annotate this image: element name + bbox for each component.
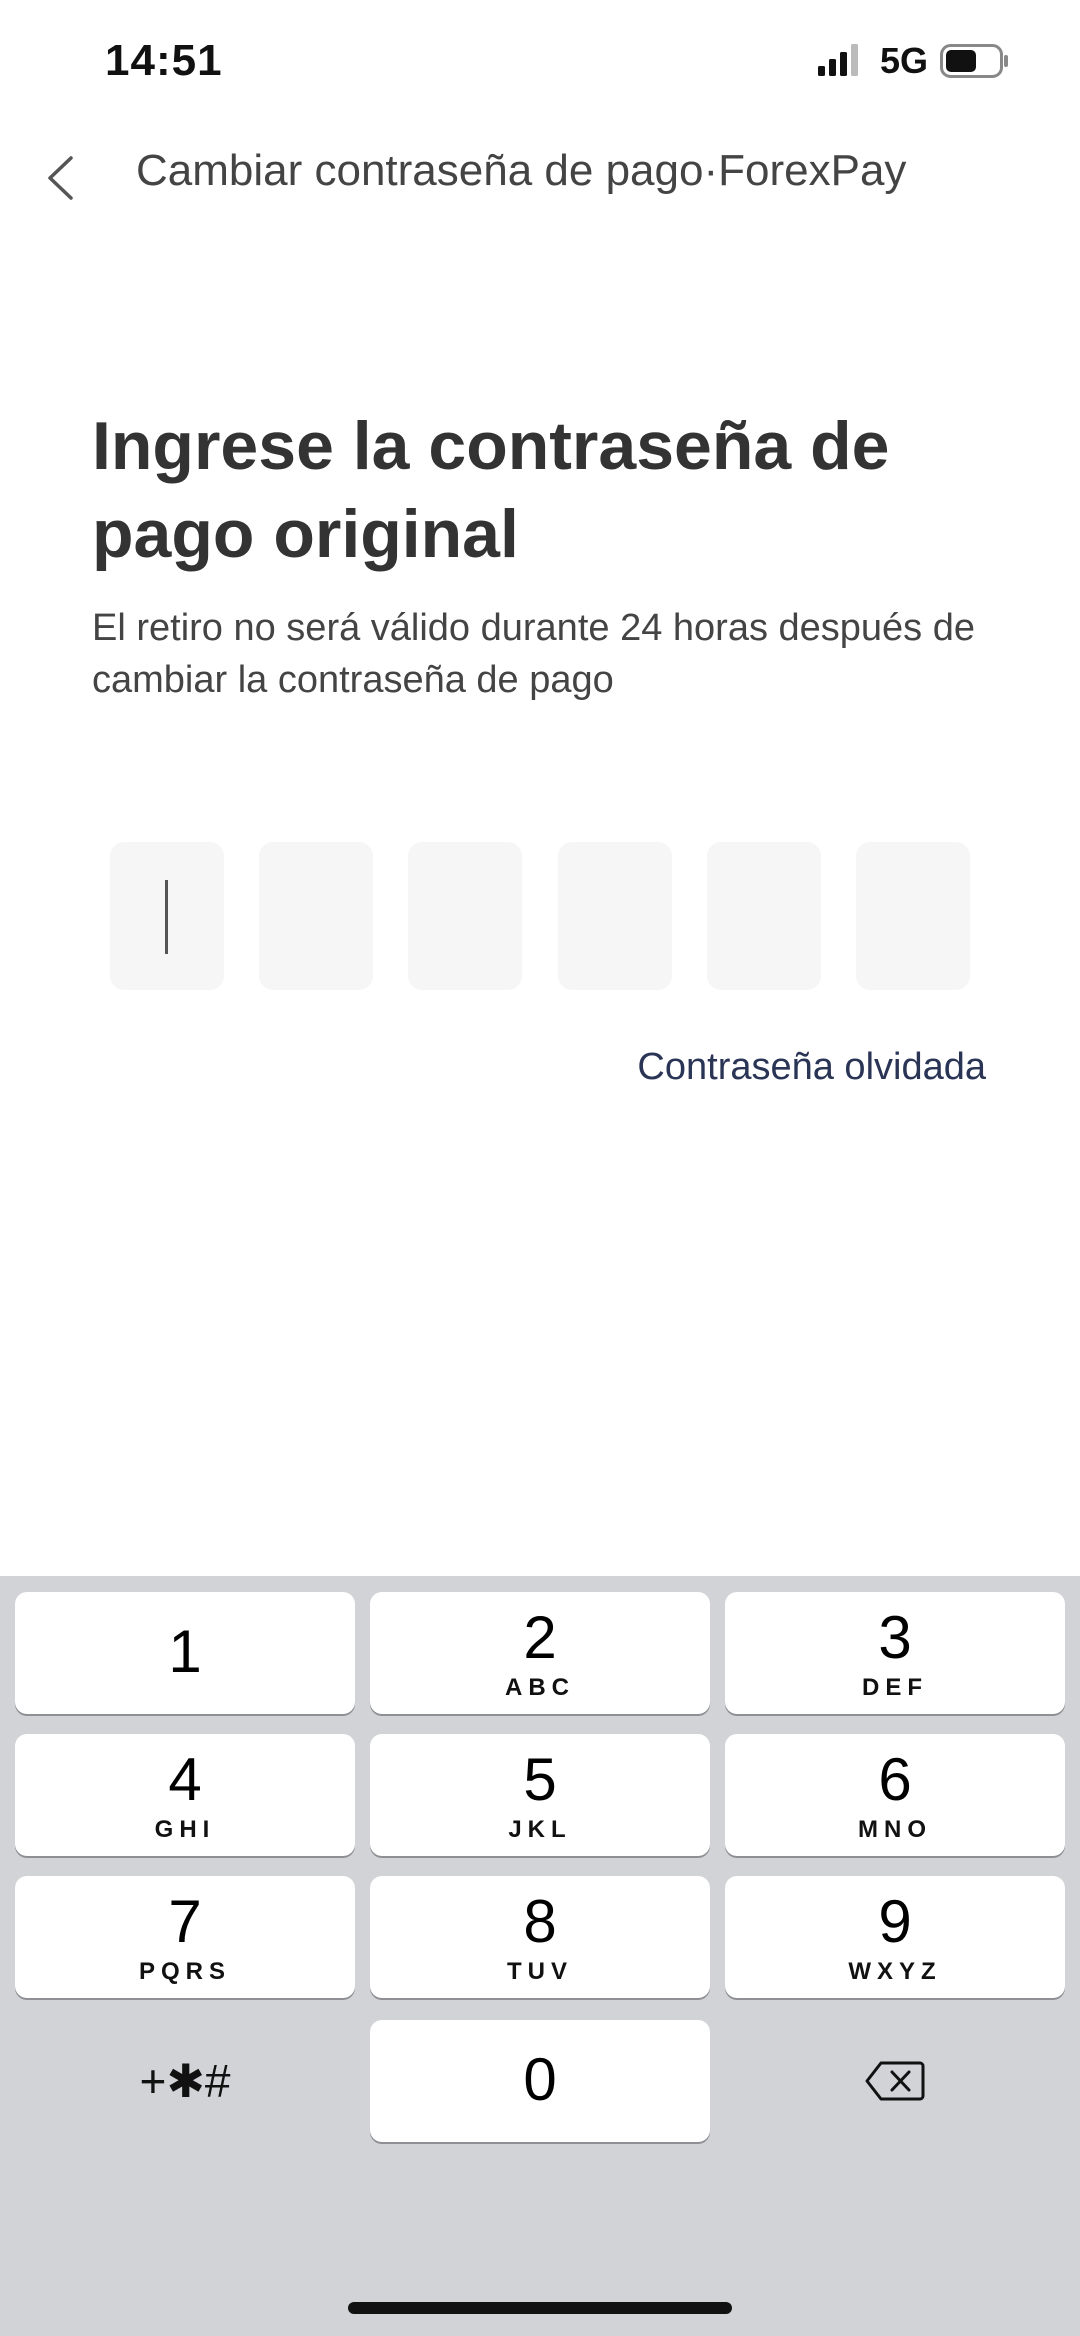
key-digit: 2 [523,1604,557,1671]
prompt-heading: Ingrese la contraseña de pago original [92,408,890,572]
pin-digit-box[interactable] [707,842,821,990]
key-letters: GHI [154,1816,216,1843]
symbols-key[interactable]: +✱# [15,2020,355,2142]
key-8[interactable]: 8 TUV [370,1876,710,1998]
key-letters: JKL [508,1816,572,1843]
key-4[interactable]: 4 GHI [15,1734,355,1856]
key-digit: 1 [168,1618,202,1685]
pin-digit-box[interactable] [408,842,522,990]
key-digit: 9 [878,1888,912,1955]
key-letters: PQRS [138,1958,231,1985]
key-digit: 4 [168,1746,202,1813]
pin-digit-box[interactable] [856,842,970,990]
key-2[interactable]: 2 ABC [370,1592,710,1714]
status-bar: 14:51 5G [0,0,1080,130]
key-3[interactable]: 3 DEF [725,1592,1065,1714]
key-0[interactable]: 0 [370,2020,710,2142]
cellular-signal-icon [818,44,858,76]
pin-digit-box[interactable] [259,842,373,990]
pin-input[interactable] [110,842,970,990]
key-digit: 6 [878,1746,912,1813]
numeric-keypad: 1 2 ABC 3 DEF 4 GHI 5 JKL 6 MNO 7 PQRS 8… [0,1576,1080,2336]
page-title: Cambiar contraseña de pago·ForexPay [136,146,907,195]
key-7[interactable]: 7 PQRS [15,1876,355,1998]
key-digit: 0 [523,2046,557,2113]
key-digit: 7 [168,1888,202,1955]
key-1[interactable]: 1 [15,1592,355,1714]
status-time: 14:51 [105,36,223,85]
text-caret [165,880,168,954]
prompt-subtext: El retiro no será válido durante 24 hora… [92,607,975,701]
key-letters: WXYZ [848,1958,942,1985]
nav-bar: Cambiar contraseña de pago·ForexPay [0,130,1080,220]
key-letters: TUV [507,1958,573,1985]
screen: 14:51 5G Cambiar contraseña de pago·Fore… [0,0,1080,2336]
key-digit: 5 [523,1746,557,1813]
key-digit: 3 [878,1604,912,1671]
backspace-icon [865,2061,925,2101]
battery-icon [940,44,1008,78]
key-digit: 8 [523,1888,557,1955]
chevron-left-icon [48,156,73,200]
key-letters: ABC [505,1674,575,1701]
key-5[interactable]: 5 JKL [370,1734,710,1856]
network-type: 5G [880,40,929,81]
key-letters: DEF [862,1674,928,1701]
key-6[interactable]: 6 MNO [725,1734,1065,1856]
back-button[interactable] [30,148,90,208]
home-indicator[interactable] [348,2302,732,2314]
pin-digit-box[interactable] [558,842,672,990]
key-9[interactable]: 9 WXYZ [725,1876,1065,1998]
forgot-password-link[interactable]: Contraseña olvidada [637,1046,986,1089]
key-letters: MNO [858,1816,932,1843]
delete-key[interactable] [725,2020,1065,2142]
pin-digit-box[interactable] [110,842,224,990]
